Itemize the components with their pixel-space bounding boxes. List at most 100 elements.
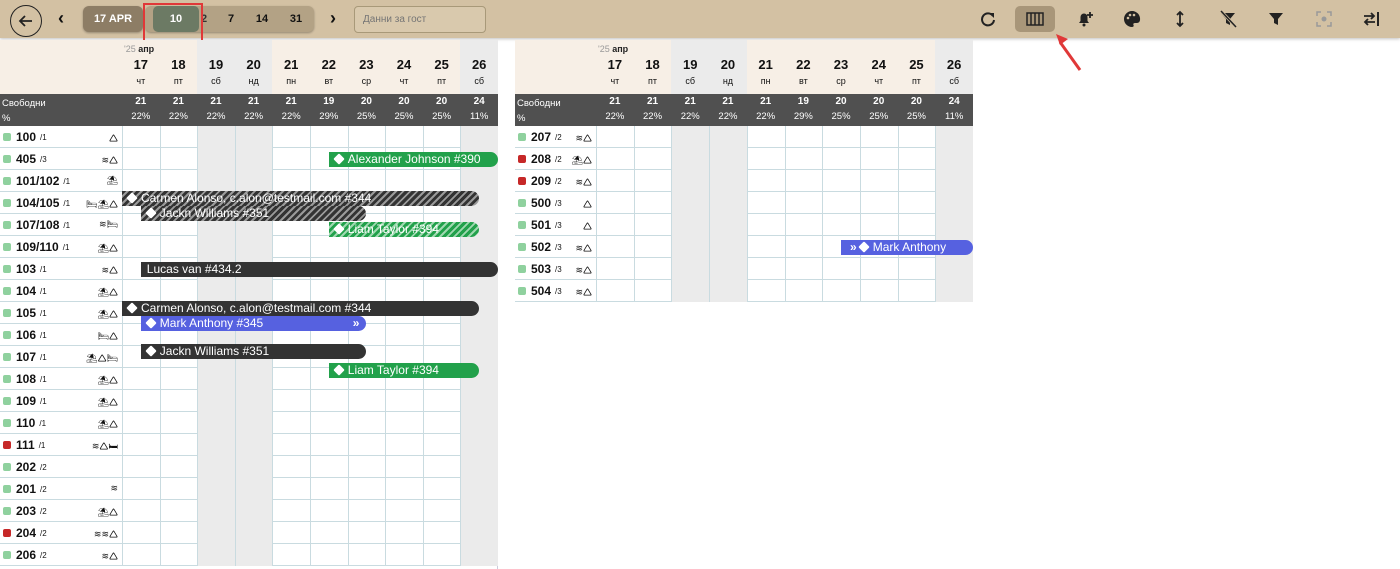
booking-bar[interactable]: Liam Taylor #394 [328,222,480,237]
calendar-cell[interactable] [671,170,710,192]
calendar-cell[interactable] [859,258,898,280]
calendar-cell[interactable] [347,280,386,302]
calendar-cell[interactable] [422,390,461,412]
calendar-cell[interactable] [859,192,898,214]
calendar-cell[interactable] [310,456,348,478]
calendar-cell[interactable] [234,412,273,434]
calendar-cell[interactable] [347,522,386,544]
calendar-cell[interactable] [122,456,160,478]
calendar-cell[interactable] [709,258,747,280]
calendar-cell[interactable] [159,236,198,258]
calendar-cell[interactable] [784,126,823,148]
calendar-cell[interactable] [633,126,672,148]
calendar-cell[interactable] [310,170,348,192]
calendar-cell[interactable] [310,390,348,412]
calendar-cell[interactable] [460,390,498,412]
calendar-cell[interactable] [746,126,785,148]
booking-bar[interactable]: Carmen Alonso, c.alon@testmail.com #344 [122,191,480,206]
calendar-cell[interactable] [859,170,898,192]
calendar-cell[interactable] [234,434,273,456]
calendar-cell[interactable] [859,126,898,148]
calendar-cell[interactable] [709,170,747,192]
calendar-cell[interactable] [197,544,235,566]
calendar-cell[interactable] [272,434,310,456]
calendar-cell[interactable] [272,522,310,544]
calendar-cell[interactable] [422,236,461,258]
calendar-cell[interactable] [596,192,634,214]
calendar-cell[interactable] [347,544,386,566]
calendar-cell[interactable] [633,236,672,258]
calendar-cell[interactable] [159,412,198,434]
calendar-cell[interactable] [234,126,273,148]
calendar-cell[interactable] [460,412,498,434]
range-7-button[interactable]: 7 [214,6,248,32]
calendar-cell[interactable] [272,544,310,566]
calendar-cell[interactable] [897,258,936,280]
calendar-cell[interactable] [159,368,198,390]
calendar-cell[interactable] [859,148,898,170]
calendar-cell[interactable] [197,148,235,170]
calendar-cell[interactable] [310,280,348,302]
calendar-cell[interactable] [159,478,198,500]
color-button[interactable] [1112,6,1152,32]
calendar-cell[interactable] [859,280,898,302]
date-chip[interactable]: 17 APR [83,6,143,32]
calendar-cell[interactable] [709,192,747,214]
next-button[interactable]: › [330,8,336,28]
columns-button[interactable] [1015,6,1055,32]
calendar-cell[interactable] [746,214,785,236]
calendar-cell[interactable] [709,148,747,170]
filter-button[interactable] [1256,6,1296,32]
calendar-cell[interactable] [460,236,498,258]
calendar-cell[interactable] [347,390,386,412]
calendar-cell[interactable] [234,390,273,412]
calendar-cell[interactable] [385,236,423,258]
range-14-button[interactable]: 14 [245,6,279,32]
back-button[interactable] [10,5,42,37]
calendar-cell[interactable] [422,412,461,434]
calendar-cell[interactable] [159,522,198,544]
calendar-cell[interactable] [422,324,461,346]
calendar-cell[interactable] [746,258,785,280]
calendar-cell[interactable] [671,236,710,258]
calendar-cell[interactable] [746,236,785,258]
calendar-cell[interactable] [310,478,348,500]
calendar-cell[interactable] [159,456,198,478]
calendar-cell[interactable] [596,148,634,170]
calendar-cell[interactable] [897,148,936,170]
swap-button[interactable] [1351,6,1391,32]
calendar-cell[interactable] [935,148,973,170]
calendar-cell[interactable] [310,434,348,456]
calendar-cell[interactable] [897,214,936,236]
range-31-button[interactable]: 31 [279,6,313,32]
calendar-cell[interactable] [633,170,672,192]
calendar-cell[interactable] [935,280,973,302]
calendar-cell[interactable] [460,478,498,500]
add-alert-button[interactable] [1065,6,1105,32]
calendar-cell[interactable] [159,500,198,522]
calendar-cell[interactable] [671,214,710,236]
calendar-cell[interactable] [460,544,498,566]
calendar-cell[interactable] [822,192,860,214]
calendar-cell[interactable] [671,192,710,214]
calendar-cell[interactable] [935,214,973,236]
calendar-cell[interactable] [422,434,461,456]
calendar-cell[interactable] [784,258,823,280]
calendar-cell[interactable] [671,280,710,302]
calendar-cell[interactable] [272,236,310,258]
calendar-cell[interactable] [671,148,710,170]
calendar-cell[interactable] [422,126,461,148]
calendar-cell[interactable] [347,478,386,500]
calendar-cell[interactable] [859,214,898,236]
calendar-cell[interactable] [272,148,310,170]
calendar-cell[interactable] [822,126,860,148]
calendar-cell[interactable] [746,148,785,170]
calendar-cell[interactable] [897,126,936,148]
calendar-cell[interactable] [197,456,235,478]
guest-search-input[interactable] [354,6,486,33]
calendar-cell[interactable] [897,192,936,214]
calendar-cell[interactable] [596,170,634,192]
calendar-cell[interactable] [633,214,672,236]
calendar-cell[interactable] [709,126,747,148]
calendar-cell[interactable] [347,236,386,258]
